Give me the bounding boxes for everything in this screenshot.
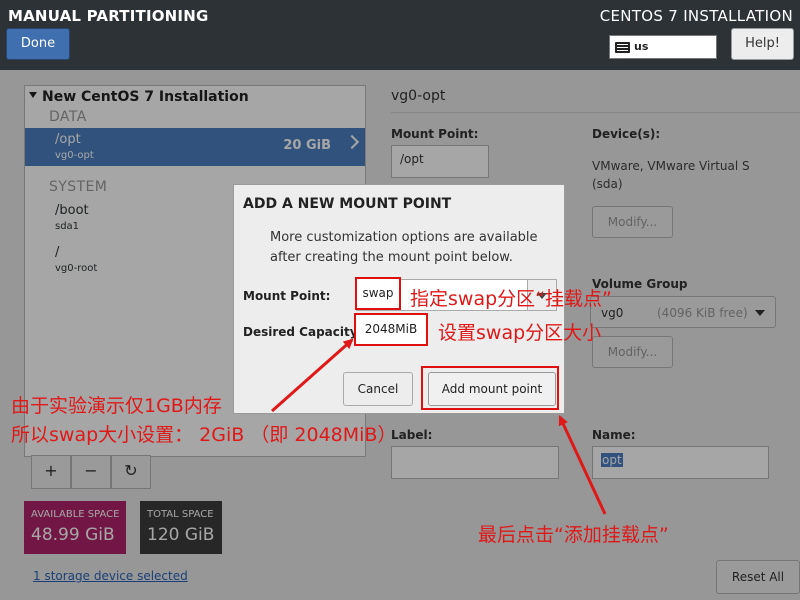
dialog-capacity-label: Desired Capacity: [243, 325, 363, 339]
dialog-mount-point-label: Mount Point: [243, 289, 331, 303]
memory-annotation-line1: 由于实验演示仅1GB内存 [11, 395, 222, 417]
memory-annotation-line2: 所以swap大小设置： 2GiB （即 2048MiB） [11, 424, 397, 446]
keyboard-layout-label: us [634, 40, 649, 53]
cancel-button[interactable]: Cancel [343, 372, 413, 406]
page-title: MANUAL PARTITIONING [8, 7, 209, 25]
product-title: CENTOS 7 INSTALLATION [599, 7, 793, 25]
dialog-description: More customization options are available… [270, 230, 538, 265]
capacity-annotation: 设置swap分区大小 [438, 322, 602, 344]
mount-point-annotation: 指定swap分区“挂载点” [410, 288, 612, 310]
top-bar: MANUAL PARTITIONING Done CENTOS 7 INSTAL… [0, 0, 800, 70]
dialog-title: ADD A NEW MOUNT POINT [243, 196, 452, 212]
capacity-highlight: 2048MiB [354, 313, 428, 346]
keyboard-icon [615, 42, 630, 53]
mount-point-highlight: swap [355, 277, 401, 310]
keyboard-layout-selector[interactable]: us [609, 35, 717, 59]
add-button-highlight [421, 366, 559, 410]
done-button[interactable]: Done [6, 28, 70, 60]
help-button[interactable]: Help! [731, 28, 794, 60]
click-annotation: 最后点击“添加挂载点” [478, 524, 669, 546]
